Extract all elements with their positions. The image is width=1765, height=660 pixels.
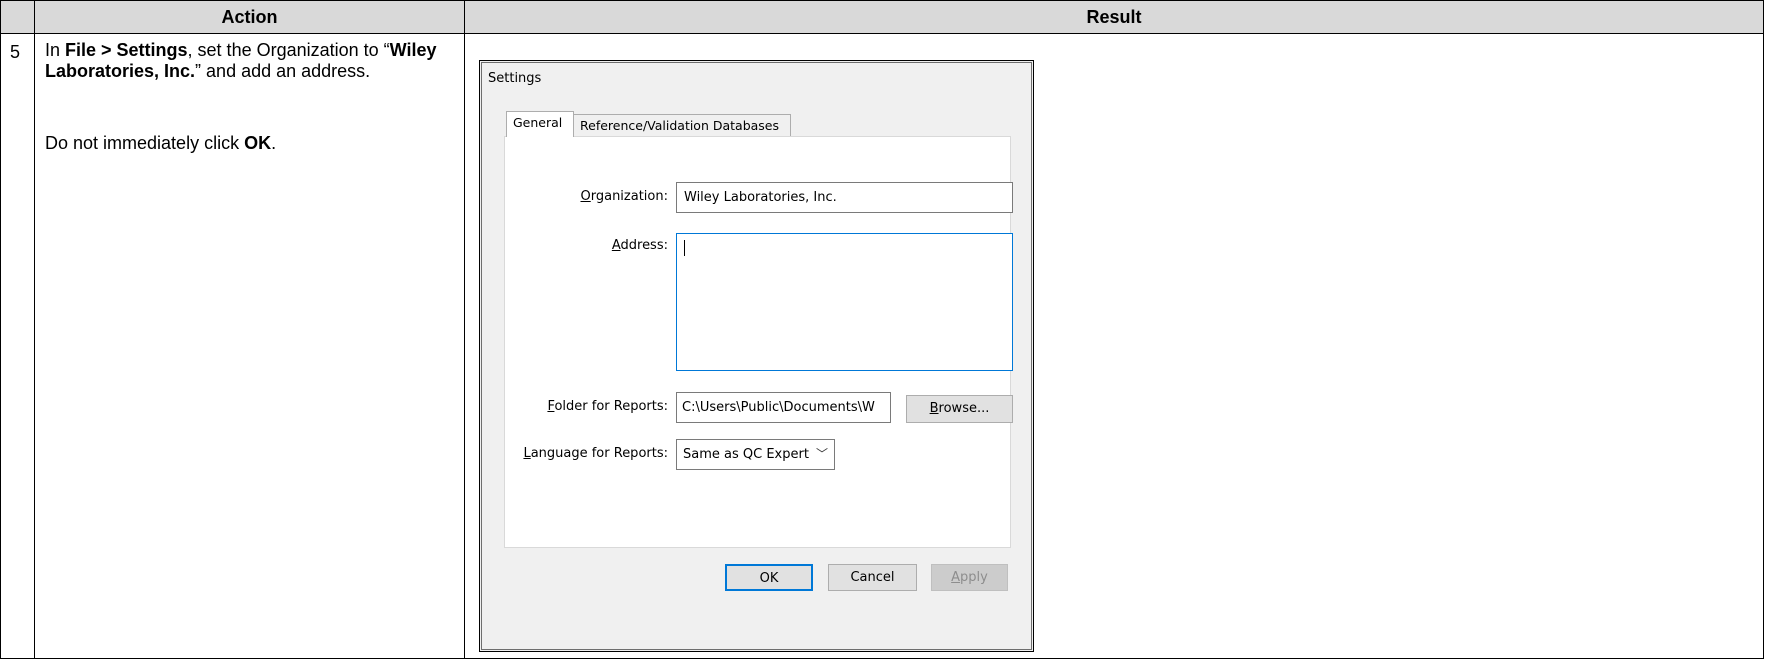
step-number: 5 xyxy=(0,33,35,659)
language-selected-value: Same as QC Expert xyxy=(683,447,809,462)
action-cell: In File > Settings, set the Organization… xyxy=(34,33,465,659)
settings-dialog: Settings General Reference/Validation Da… xyxy=(479,60,1034,652)
address-label: Address: xyxy=(611,238,668,253)
header-result: Result xyxy=(464,0,1764,34)
language-for-reports-select[interactable]: Same as QC Expert ﹀ xyxy=(676,439,835,470)
folder-for-reports-label: Folder for Reports: xyxy=(547,399,668,414)
browse-button[interactable]: Browse... xyxy=(906,395,1013,423)
tab-reference-validation-databases[interactable]: Reference/Validation Databases xyxy=(573,114,791,136)
header-action: Action xyxy=(34,0,465,34)
table-header-row: Action Result xyxy=(0,0,1764,34)
address-field[interactable] xyxy=(676,233,1013,371)
language-for-reports-label: Language for Reports: xyxy=(523,446,668,461)
ok-button[interactable]: OK xyxy=(725,564,813,591)
folder-for-reports-field[interactable]: C:\Users\Public\Documents\W xyxy=(676,392,891,423)
header-number xyxy=(0,0,35,34)
dialog-title: Settings xyxy=(488,71,542,86)
chevron-down-icon: ﹀ xyxy=(815,447,828,461)
text-caret xyxy=(684,240,685,256)
cancel-button[interactable]: Cancel xyxy=(828,564,917,591)
result-cell: Settings General Reference/Validation Da… xyxy=(464,33,1764,659)
tab-general[interactable]: General xyxy=(506,111,574,137)
apply-button[interactable]: Apply xyxy=(931,564,1008,591)
organization-label: Organization: xyxy=(580,189,669,204)
table-row: 5 In File > Settings, set the Organizati… xyxy=(0,33,1764,659)
procedure-table: Action Result 5 In File > Settings, set … xyxy=(0,0,1764,659)
action-instruction: In File > Settings, set the Organization… xyxy=(45,40,437,81)
action-note: Do not immediately click OK. xyxy=(45,133,277,153)
organization-field[interactable]: Wiley Laboratories, Inc. xyxy=(676,182,1013,213)
general-tab-panel: Organization: Wiley Laboratories, Inc. A… xyxy=(504,136,1013,548)
